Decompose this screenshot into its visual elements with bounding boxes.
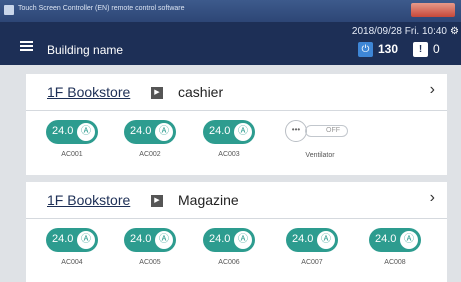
app-icon (4, 5, 14, 15)
ac-unit[interactable]: 24.0 Ⓐ AC003 (203, 120, 255, 166)
mode-icon: Ⓐ (77, 123, 95, 141)
floor-link[interactable]: 1F Bookstore (47, 84, 130, 100)
ac-temperature: 24.0 (130, 233, 152, 245)
window-close-button[interactable] (411, 3, 455, 17)
area-name: cashier (178, 84, 224, 100)
ac-temperature: 24.0 (52, 233, 74, 245)
mode-icon: Ⓐ (77, 231, 95, 249)
ac-unit[interactable]: 24.0 Ⓐ AC007 (286, 228, 338, 274)
unit-label: AC004 (61, 259, 83, 266)
ac-temperature: 24.0 (375, 233, 397, 245)
gear-icon[interactable]: ⚙ (450, 26, 459, 37)
chevron-right-icon[interactable]: › (430, 189, 435, 207)
alert-count: 0 (433, 42, 440, 56)
section-card-cashier: 1F Bookstore ▶ cashier › 24.0 Ⓐ AC001 24… (26, 74, 447, 175)
more-button[interactable]: ••• (285, 120, 307, 142)
mode-icon: Ⓐ (234, 123, 252, 141)
unit-label: AC002 (139, 151, 161, 158)
unit-label: AC007 (301, 259, 323, 266)
window-titlebar: Touch Screen Controller (EN) remote cont… (0, 0, 461, 22)
ac-unit[interactable]: 24.0 Ⓐ AC006 (203, 228, 255, 274)
unit-label: AC008 (384, 259, 406, 266)
ac-pill[interactable]: 24.0 Ⓐ (46, 120, 98, 144)
unit-label: AC001 (61, 151, 83, 158)
ac-pill[interactable]: 24.0 Ⓐ (203, 120, 255, 144)
ac-unit[interactable]: 24.0 Ⓐ AC008 (369, 228, 421, 274)
power-count: 130 (378, 42, 399, 56)
play-icon: ▶ (151, 87, 163, 99)
mode-icon: Ⓐ (155, 123, 173, 141)
section-header[interactable]: 1F Bookstore ▶ Magazine › (26, 182, 447, 219)
area-name: Magazine (178, 192, 239, 208)
unit-label: Ventilator (305, 152, 335, 159)
mode-icon: Ⓐ (155, 231, 173, 249)
power-icon[interactable]: ⏻ (358, 42, 373, 57)
ac-pill[interactable]: 24.0 Ⓐ (124, 228, 176, 252)
mode-icon: Ⓐ (234, 231, 252, 249)
ac-pill[interactable]: 24.0 Ⓐ (286, 228, 338, 252)
section-header[interactable]: 1F Bookstore ▶ cashier › (26, 74, 447, 111)
play-icon: ▶ (151, 195, 163, 207)
mode-icon: Ⓐ (400, 231, 418, 249)
building-name: Building name (47, 43, 124, 57)
ac-temperature: 24.0 (209, 233, 231, 245)
section-card-magazine: 1F Bookstore ▶ Magazine › 24.0 Ⓐ AC004 2… (26, 182, 447, 282)
ac-unit[interactable]: 24.0 Ⓐ AC002 (124, 120, 176, 166)
ac-pill[interactable]: 24.0 Ⓐ (203, 228, 255, 252)
datetime: 2018/09/28 Fri. 10:40 (351, 26, 447, 37)
ac-unit[interactable]: 24.0 Ⓐ AC001 (46, 120, 98, 166)
unit-label: AC003 (218, 151, 240, 158)
ac-temperature: 24.0 (130, 125, 152, 137)
app-header: Building name 2018/09/28 Fri. 10:40 ⚙ ⏻ … (0, 22, 461, 65)
unit-label: AC006 (218, 259, 240, 266)
alert-icon[interactable]: ! (413, 42, 428, 57)
menu-icon[interactable] (20, 41, 33, 51)
unit-label: AC005 (139, 259, 161, 266)
ventilator-toggle[interactable]: OFF (305, 125, 348, 137)
ac-pill[interactable]: 24.0 Ⓐ (46, 228, 98, 252)
ventilator-unit[interactable]: ••• OFF Ventilator (285, 117, 355, 166)
ac-temperature: 24.0 (292, 233, 314, 245)
ac-unit[interactable]: 24.0 Ⓐ AC005 (124, 228, 176, 274)
ac-unit[interactable]: 24.0 Ⓐ AC004 (46, 228, 98, 274)
ac-pill[interactable]: 24.0 Ⓐ (124, 120, 176, 144)
floor-link[interactable]: 1F Bookstore (47, 192, 130, 208)
window-title: Touch Screen Controller (EN) remote cont… (18, 5, 185, 12)
ac-temperature: 24.0 (209, 125, 231, 137)
ac-pill[interactable]: 24.0 Ⓐ (369, 228, 421, 252)
chevron-right-icon[interactable]: › (430, 81, 435, 99)
mode-icon: Ⓐ (317, 231, 335, 249)
ac-temperature: 24.0 (52, 125, 74, 137)
